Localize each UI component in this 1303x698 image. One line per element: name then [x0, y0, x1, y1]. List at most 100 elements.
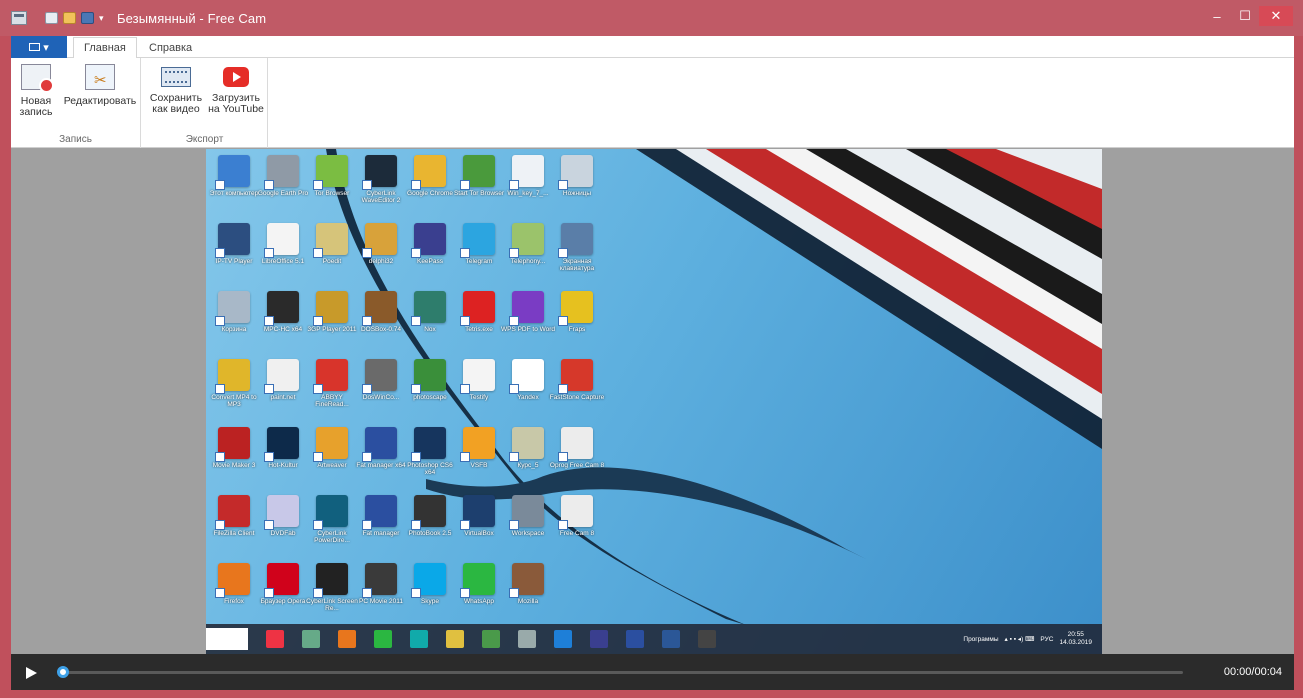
desktop-icon[interactable]: Testify — [455, 359, 503, 419]
desktop-icon[interactable]: VirtualBox — [455, 495, 503, 555]
edit-icon — [85, 64, 115, 90]
app-shortcut-icon — [215, 155, 250, 190]
desktop-icon[interactable]: Курс_5 — [504, 427, 552, 487]
desktop-icon[interactable]: Win_key_7_... — [504, 155, 552, 215]
desktop-icon[interactable]: KeePass — [406, 223, 454, 283]
save-as-video-button[interactable]: Сохранить как видео — [146, 64, 206, 115]
taskbar-app-icon — [518, 630, 536, 648]
desktop-icon[interactable]: Poedit — [308, 223, 356, 283]
desktop-icon[interactable]: VSFB — [455, 427, 503, 487]
taskbar-app-icon — [590, 630, 608, 648]
desktop-icon[interactable]: Экранная клавиатура — [553, 223, 601, 283]
desktop-icon[interactable]: FastStone Capture — [550, 359, 604, 419]
desktop-icon[interactable]: DosWinCo... — [357, 359, 405, 419]
app-shortcut-icon — [362, 563, 397, 598]
upload-youtube-button[interactable]: Загрузить на YouTube — [206, 64, 266, 115]
seek-handle[interactable] — [57, 666, 69, 678]
app-shortcut-icon — [264, 223, 299, 258]
desktop-icon[interactable]: CyberLink PowerDire... — [308, 495, 356, 555]
desktop-icon[interactable]: CyberLink WaveEditor 2 — [357, 155, 405, 215]
desktop-icon[interactable]: Artweaver — [308, 427, 356, 487]
desktop-icon[interactable]: Free Cam 8 — [553, 495, 601, 555]
desktop-icon[interactable]: Start Tor Browser — [454, 155, 504, 215]
play-icon[interactable] — [26, 667, 37, 679]
minimize-button[interactable]: – — [1203, 6, 1231, 26]
maximize-button[interactable]: ☐ — [1231, 6, 1259, 26]
app-shortcut-icon — [362, 359, 397, 394]
customize-dropdown-icon[interactable]: ▾ — [99, 14, 107, 23]
desktop-icon[interactable]: WhatsApp — [455, 563, 503, 623]
desktop-icon[interactable]: photoscape — [406, 359, 454, 419]
desktop-icon[interactable]: PC Movie 2011 — [357, 563, 405, 623]
desktop-icon-label: Photoshop CS6 x64 — [407, 462, 453, 476]
quick-access-toolbar: ▾ — [45, 12, 107, 24]
edit-button[interactable]: Редактировать — [61, 64, 139, 107]
desktop-icon[interactable]: Oprog Free Cam 8 — [550, 427, 604, 487]
desktop-icon[interactable]: Skype — [406, 563, 454, 623]
desktop-icon[interactable]: Hot-Kultur — [259, 427, 307, 487]
desktop-icon[interactable]: Fat manager x64 — [356, 427, 406, 487]
desktop-icon[interactable]: Ножницы — [553, 155, 601, 215]
tab-help[interactable]: Справка — [139, 38, 202, 58]
seek-track[interactable] — [63, 671, 1183, 674]
desktop-icon[interactable]: paint.net — [259, 359, 307, 419]
desktop-icon[interactable]: 3GP Player 2011 — [308, 291, 356, 351]
desktop-icon[interactable]: Google Earth Pro — [258, 155, 308, 215]
desktop-icon-label: Firefox — [224, 598, 244, 605]
desktop-icon[interactable]: Tor Browser — [308, 155, 356, 215]
save-icon[interactable] — [81, 12, 94, 24]
new-recording-button[interactable]: Новая запись — [13, 64, 59, 118]
desktop-icon[interactable]: IP-TV Player — [210, 223, 258, 283]
app-shortcut-icon — [460, 223, 495, 258]
desktop-icon[interactable]: Photoshop CS6 x64 — [406, 427, 454, 487]
desktop-icon[interactable]: delphi32 — [357, 223, 405, 283]
taskbar-app-icon — [662, 630, 680, 648]
open-folder-icon[interactable] — [63, 12, 76, 24]
desktop-icon[interactable]: Movie Maker 3 — [210, 427, 258, 487]
desktop-icon-label: Poedit — [322, 258, 342, 265]
desktop-icon[interactable]: Telephony... — [504, 223, 552, 283]
app-shortcut-icon — [313, 155, 348, 190]
desktop-icon[interactable]: Yandex — [504, 359, 552, 419]
desktop-icon[interactable]: ABBYY FineRead... — [308, 359, 356, 419]
desktop-icon[interactable]: Nox — [406, 291, 454, 351]
desktop-icon[interactable]: Корзина — [210, 291, 258, 351]
desktop-icon[interactable]: Google Chrome — [406, 155, 454, 215]
app-shortcut-icon — [558, 495, 593, 530]
desktop-icon[interactable]: Firefox — [210, 563, 258, 623]
desktop-icon-label: Artweaver — [317, 462, 347, 469]
desktop-icon[interactable]: DVDFab — [259, 495, 307, 555]
desktop-icon-label: Курс_5 — [517, 462, 539, 469]
app-shortcut-icon — [411, 155, 446, 190]
desktop-icon[interactable]: Tetris.exe — [455, 291, 503, 351]
desktop-icon[interactable]: Telegram — [455, 223, 503, 283]
desktop-icon-label: MPC-HC x64 — [263, 326, 303, 333]
new-file-icon[interactable] — [45, 12, 58, 24]
app-shortcut-icon — [460, 495, 495, 530]
desktop-icon[interactable]: PhotoBook 2.5 — [406, 495, 454, 555]
app-shortcut-icon — [215, 427, 250, 462]
desktop-icon[interactable]: Workspace — [504, 495, 552, 555]
desktop-icon[interactable]: FileZilla Client — [210, 495, 258, 555]
app-icon[interactable] — [11, 11, 27, 25]
desktop-icon[interactable]: Этот компьютер — [210, 155, 258, 215]
tab-home[interactable]: Главная — [73, 37, 137, 59]
desktop-icon[interactable]: Fraps — [553, 291, 601, 351]
desktop-icon[interactable]: DOSBox-0.74 — [357, 291, 405, 351]
app-shortcut-icon — [362, 223, 397, 258]
desktop-icon[interactable]: Fat manager — [357, 495, 405, 555]
desktop-icon[interactable]: Mozilla — [504, 563, 552, 623]
tray-icons: ▴ ▪ ▪ ◂) ⌨ — [1004, 636, 1035, 643]
group-recording-label: Запись — [59, 134, 92, 145]
group-export: Сохранить как видео Загрузить на YouTube… — [142, 58, 268, 148]
video-frame[interactable]: Этот компьютер Google Earth Pro Tor Browse… — [206, 149, 1102, 654]
desktop-icon-label: PhotoBook 2.5 — [408, 530, 452, 537]
desktop-icon[interactable]: Convert MP4 to MP3 — [210, 359, 258, 419]
desktop-icon[interactable]: MPC-HC x64 — [259, 291, 307, 351]
desktop-icon[interactable]: WPS PDF to Word — [501, 291, 555, 351]
desktop-icon[interactable]: Браузер Opera — [259, 563, 307, 623]
file-menu-button[interactable]: ▾ — [11, 36, 67, 58]
desktop-icon[interactable]: LibreOffice 5.1 — [259, 223, 307, 283]
close-button[interactable]: ✕ — [1259, 6, 1293, 26]
desktop-icon[interactable]: CyberLink Screen Re... — [306, 563, 358, 623]
